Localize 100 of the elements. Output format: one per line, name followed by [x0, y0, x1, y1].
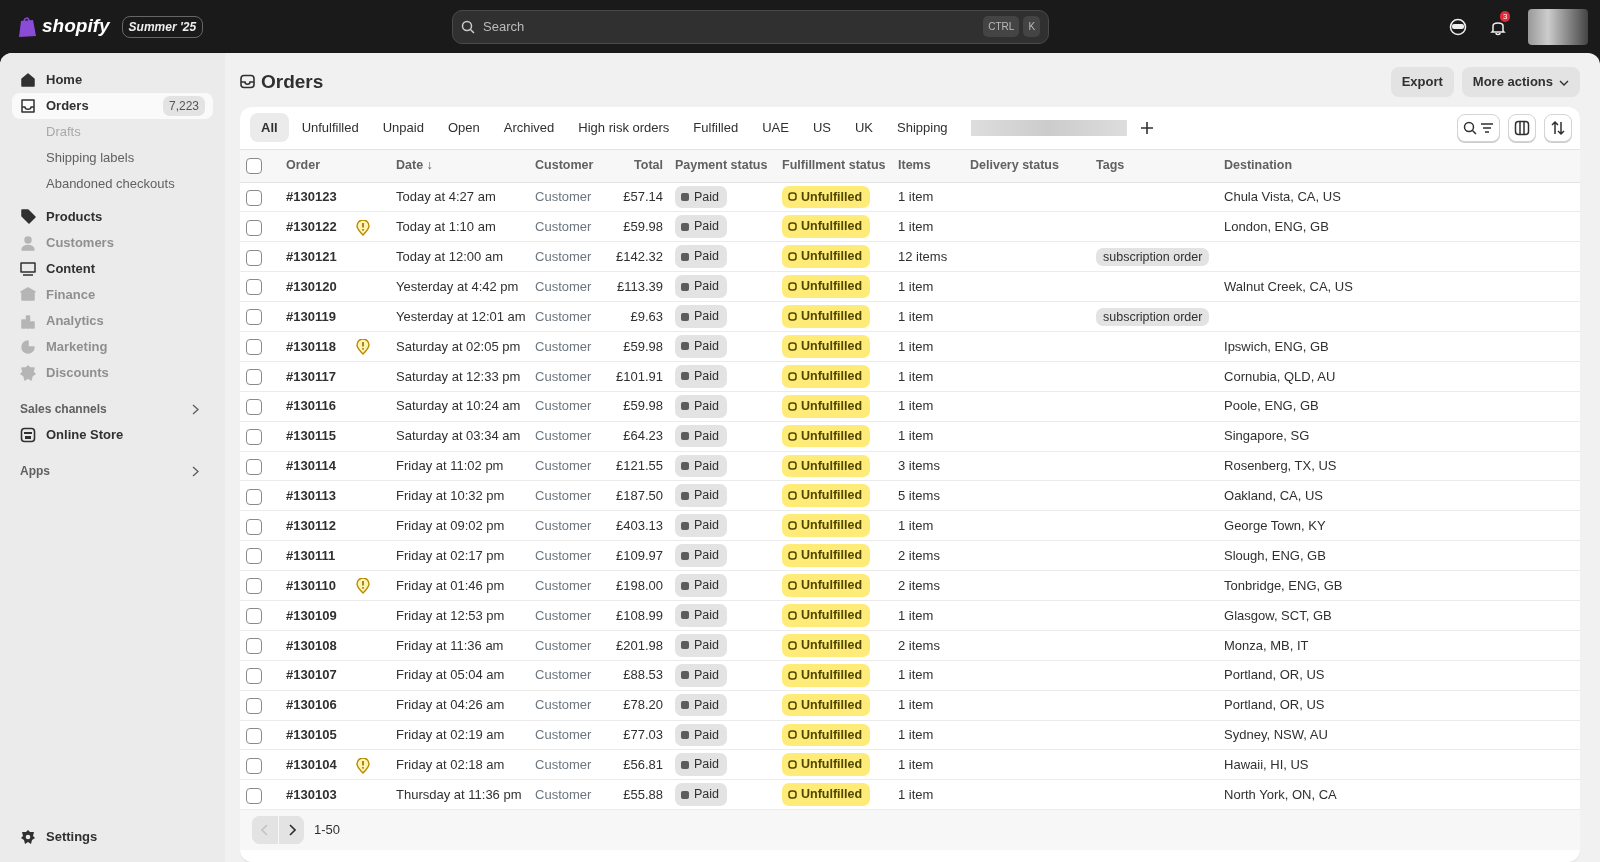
row-checkbox[interactable]	[246, 727, 262, 744]
chevron-right-icon[interactable]	[192, 465, 199, 477]
key-hint: K	[1023, 16, 1041, 37]
order-number[interactable]: #130118	[286, 338, 336, 354]
order-number[interactable]: #130115	[286, 428, 336, 444]
order-number[interactable]: #130105	[286, 727, 337, 743]
payment-status: Paid	[675, 335, 728, 358]
filter-tab[interactable]: Shipping	[886, 112, 959, 143]
order-total: £108.99	[616, 607, 663, 623]
more-actions-button[interactable]: More actions	[1461, 67, 1580, 97]
order-number[interactable]: #130106	[286, 697, 337, 713]
select-all-checkbox[interactable]	[246, 157, 262, 174]
item-count: 1 item	[898, 518, 934, 533]
row-checkbox[interactable]	[246, 339, 262, 356]
filter-tab[interactable]: Archived	[492, 112, 566, 143]
order-number[interactable]: #130119	[286, 308, 336, 324]
payment-status: Paid	[675, 185, 728, 209]
row-checkbox[interactable]	[246, 638, 262, 655]
order-number[interactable]: #130120	[286, 278, 337, 294]
avatar[interactable]	[1528, 8, 1588, 45]
row-checkbox[interactable]	[246, 578, 262, 595]
order-number[interactable]: #130122	[286, 219, 337, 235]
column-header[interactable]: Destination	[1224, 158, 1293, 173]
nav-subitem[interactable]: Abandoned checkouts	[12, 171, 213, 197]
row-checkbox[interactable]	[246, 488, 262, 505]
column-header[interactable]: Tags	[1096, 158, 1125, 173]
row-checkbox[interactable]	[246, 399, 262, 415]
ring-icon	[788, 461, 797, 471]
row-checkbox[interactable]	[246, 309, 262, 326]
fulfillment-status: Unfulfilled	[782, 574, 871, 597]
row-checkbox[interactable]	[246, 458, 262, 475]
sort-button[interactable]	[1544, 113, 1572, 142]
order-number[interactable]: #130116	[286, 398, 336, 414]
row-checkbox[interactable]	[246, 668, 262, 684]
row-checkbox[interactable]	[246, 369, 262, 386]
order-number[interactable]: #130104	[286, 757, 337, 773]
column-header[interactable]: Order	[286, 158, 321, 173]
fulfillment-status: Unfulfilled	[782, 633, 871, 657]
order-date: Friday at 04:26 am	[396, 697, 505, 713]
ring-icon	[788, 640, 797, 650]
row-checkbox[interactable]	[246, 219, 262, 236]
next-page-button[interactable]	[278, 816, 304, 845]
nav-subitem[interactable]: Shipping labels	[12, 145, 213, 171]
order-number[interactable]: #130110	[286, 577, 336, 593]
order-number[interactable]: #130113	[286, 488, 336, 504]
filter-tab[interactable]: All	[250, 112, 289, 143]
row-checkbox[interactable]	[246, 518, 262, 535]
filter-tab[interactable]: UAE	[751, 112, 800, 143]
bar-chart-icon	[20, 313, 36, 329]
row-checkbox[interactable]	[246, 548, 262, 565]
search-filter-button[interactable]	[1457, 113, 1500, 142]
row-checkbox[interactable]	[246, 757, 262, 774]
ring-icon	[788, 730, 797, 740]
nav-item[interactable]: Orders 7,223	[12, 93, 213, 119]
filter-tab[interactable]: Unpaid	[371, 112, 435, 143]
nav-item[interactable]: Home	[12, 67, 213, 93]
chevron-down-icon	[1559, 79, 1569, 86]
nav-item[interactable]: Online Store	[12, 422, 213, 448]
page-range: 1-50	[314, 821, 341, 840]
row-checkbox[interactable]	[246, 787, 262, 804]
order-number[interactable]: #130109	[286, 607, 337, 623]
row-checkbox[interactable]	[246, 189, 262, 206]
nav-item[interactable]: Content	[12, 256, 213, 282]
plus-icon[interactable]	[1140, 121, 1153, 134]
filter-tab[interactable]: UK	[843, 112, 884, 143]
order-number[interactable]: #130107	[286, 667, 337, 683]
order-number[interactable]: #130111	[286, 547, 336, 563]
order-number[interactable]: #130103	[286, 787, 337, 802]
nav-item[interactable]: Settings	[12, 824, 213, 850]
column-header[interactable]: Date ↓	[396, 158, 433, 173]
columns-button[interactable]	[1508, 113, 1536, 142]
order-total: £59.98	[623, 398, 663, 414]
filter-tab[interactable]: Fulfilled	[682, 112, 750, 143]
order-number[interactable]: #130117	[286, 368, 336, 384]
order-number[interactable]: #130114	[286, 458, 336, 474]
order-total: £198.00	[616, 577, 663, 593]
row-checkbox[interactable]	[246, 249, 262, 266]
search-bar[interactable]: Search CTRL K	[452, 9, 1050, 44]
order-number[interactable]: #130123	[286, 189, 337, 205]
destination: Portland, OR, US	[1224, 697, 1325, 713]
row-checkbox[interactable]	[246, 428, 262, 445]
search-field[interactable]: Search	[481, 15, 978, 38]
chevron-right-icon[interactable]	[192, 403, 199, 415]
customer-name: Customer	[535, 368, 592, 384]
logo-text[interactable]: shopify	[42, 12, 110, 41]
destination: Glasgow, SCT, GB	[1224, 607, 1332, 623]
filter-tab[interactable]: US	[801, 112, 842, 143]
nav-item[interactable]: Products	[12, 204, 213, 230]
filter-tab[interactable]: Open	[436, 112, 491, 143]
order-number[interactable]: #130112	[286, 518, 336, 533]
item-count: 1 item	[898, 667, 934, 683]
row-checkbox[interactable]	[246, 608, 262, 625]
row-checkbox[interactable]	[246, 279, 262, 296]
filter-tab[interactable]: Unfulfilled	[290, 112, 370, 143]
order-number[interactable]: #130108	[286, 637, 337, 653]
order-date: Thursday at 11:36 pm	[396, 787, 522, 802]
filter-tab[interactable]: High risk orders	[567, 112, 681, 143]
export-button[interactable]: Export	[1390, 67, 1454, 97]
row-checkbox[interactable]	[246, 697, 262, 714]
order-number[interactable]: #130121	[286, 248, 337, 264]
